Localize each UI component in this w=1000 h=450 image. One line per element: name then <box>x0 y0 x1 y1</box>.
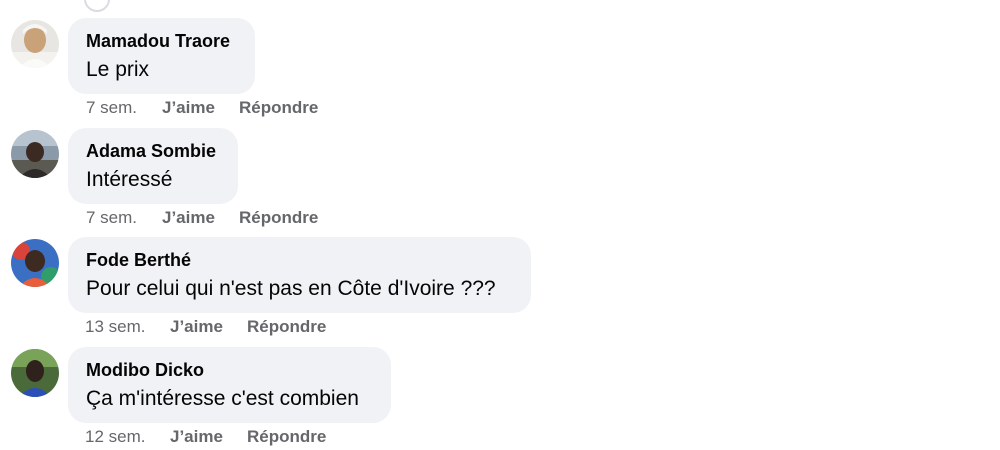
comment-author[interactable]: Modibo Dicko <box>86 360 204 381</box>
comment-text: Intéressé <box>86 168 173 191</box>
like-button[interactable]: J’aime <box>162 98 215 118</box>
like-button[interactable]: J’aime <box>170 427 223 447</box>
like-button[interactable]: J’aime <box>170 317 223 337</box>
comment-time[interactable]: 12 sem. <box>85 427 145 447</box>
avatar-photo-icon <box>11 130 59 178</box>
reply-button[interactable]: Répondre <box>239 98 318 118</box>
reply-button[interactable]: Répondre <box>239 208 318 228</box>
comment-bubble: Fode Berthé Pour celui qui n'est pas en … <box>68 237 531 313</box>
avatar[interactable] <box>11 349 59 397</box>
comment-item: Adama Sombie Intéressé 7 sem. J’aime Rép… <box>0 128 1000 238</box>
comment-author[interactable]: Adama Sombie <box>86 141 216 162</box>
comments-thread: Mamadou Traore Le prix 7 sem. J’aime Rép… <box>0 0 1000 450</box>
comment-text: Pour celui qui n'est pas en Côte d'Ivoir… <box>86 277 496 300</box>
avatar[interactable] <box>11 20 59 68</box>
comment-item: Fode Berthé Pour celui qui n'est pas en … <box>0 237 1000 347</box>
comment-text: Le prix <box>86 58 150 81</box>
reply-button[interactable]: Répondre <box>247 427 326 447</box>
reply-button[interactable]: Répondre <box>247 317 326 337</box>
comment-item: Modibo Dicko Ça m'intéresse c'est combie… <box>0 347 1000 450</box>
comment-time[interactable]: 13 sem. <box>85 317 145 337</box>
comment-time[interactable]: 7 sem. <box>86 208 137 228</box>
comment-time[interactable]: 7 sem. <box>86 98 137 118</box>
comment-bubble: Adama Sombie Intéressé <box>68 128 238 204</box>
comment-bubble: Mamadou Traore Le prix <box>68 18 255 94</box>
avatar[interactable] <box>11 239 59 287</box>
avatar-photo-icon <box>11 239 59 287</box>
partial-avatar-icon <box>84 0 110 12</box>
comment-item: Mamadou Traore Le prix 7 sem. J’aime Rép… <box>0 18 1000 128</box>
comment-author[interactable]: Mamadou Traore <box>86 31 230 52</box>
avatar[interactable] <box>11 130 59 178</box>
comment-bubble: Modibo Dicko Ça m'intéresse c'est combie… <box>68 347 391 423</box>
avatar-photo-icon <box>11 349 59 397</box>
avatar-photo-icon <box>11 20 59 68</box>
comment-text: Ça m'intéresse c'est combien <box>86 387 359 410</box>
like-button[interactable]: J’aime <box>162 208 215 228</box>
comment-author[interactable]: Fode Berthé <box>86 250 191 271</box>
